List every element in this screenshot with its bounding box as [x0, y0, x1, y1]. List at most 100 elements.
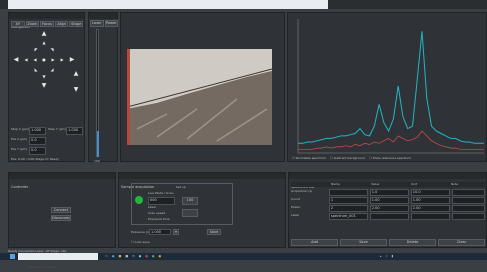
table-cell[interactable]: 1.00 — [410, 197, 450, 204]
spectrum-options: ☐ Normalize spectrum ☐ Subtract backgrou… — [292, 156, 411, 160]
center-icon[interactable]: ● — [41, 57, 47, 63]
connect-button[interactable]: Connect — [51, 207, 71, 213]
mail-icon[interactable]: ✉ — [132, 254, 135, 258]
clear-button[interactable]: Clear — [438, 239, 485, 246]
acq-option-button[interactable] — [182, 209, 198, 217]
arrow-right-icon[interactable]: ▶ — [69, 57, 75, 63]
exposure-stepper[interactable]: ▾ — [173, 229, 179, 235]
disconnect-button[interactable]: Disconnect — [51, 215, 71, 221]
arrow-right-down-icon[interactable]: ◢ — [49, 67, 55, 73]
pos-x-field[interactable]: 0.0 — [29, 137, 46, 145]
acquisition-box: Set up Live Mode / Scan 000 Laser Scan s… — [131, 183, 233, 225]
auto-save-checkbox[interactable]: ☐ Auto save — [131, 240, 150, 244]
table-row[interactable]: Acquisition (s) 1.0 10.0 — [291, 189, 485, 196]
tab-stage[interactable]: Stage — [69, 21, 83, 27]
arrow-left-up-icon[interactable]: ◤ — [33, 47, 39, 53]
table-row[interactable]: Label spectrum_001 — [291, 213, 485, 220]
edge-icon[interactable]: ● — [112, 254, 115, 258]
app-icon[interactable]: ● — [139, 254, 142, 258]
pos-y-label: Pos Y (µm) — [11, 147, 28, 151]
volume-icon[interactable]: ♪ — [386, 254, 388, 258]
table-cell[interactable]: 2.00 — [369, 205, 409, 212]
delete-button[interactable]: Delete — [389, 239, 436, 246]
reference-option[interactable]: ☐ Show reference spectrum — [369, 156, 411, 160]
arrow-down-icon[interactable]: ▼ — [41, 83, 47, 89]
table-row[interactable]: Count 1 1.00 1.00 — [291, 197, 485, 204]
table-cell: Count — [291, 197, 300, 201]
arrow-left-down-icon[interactable]: ◣ — [33, 67, 39, 73]
tab-focus[interactable]: Focus — [40, 21, 54, 27]
table-cell[interactable] — [451, 213, 485, 220]
step-x-field[interactable]: 1.000 — [29, 127, 46, 135]
camera-image[interactable] — [127, 49, 272, 145]
save-button[interactable]: Save — [207, 229, 221, 235]
network-icon[interactable]: ▴ — [380, 254, 382, 258]
taskbar-search[interactable]: ⚲ Type here to search — [18, 253, 98, 269]
column-header — [291, 182, 331, 187]
arrow-right-mid-icon[interactable]: ▶ — [50, 57, 56, 63]
store-icon[interactable]: ■ — [125, 254, 128, 258]
table-cell[interactable] — [451, 197, 485, 204]
acq-value-field[interactable]: 000 — [148, 197, 175, 205]
z-down-icon[interactable]: ▼ — [73, 87, 79, 93]
task-view-icon[interactable]: ▭ — [105, 254, 108, 258]
arrow-left-small-icon[interactable]: ◀ — [23, 57, 29, 63]
table-cell[interactable] — [369, 213, 409, 220]
arrow-left-icon[interactable]: ◀ — [13, 57, 19, 63]
app-icon[interactable]: ● — [159, 254, 162, 258]
table-cell[interactable]: 1.00 — [369, 197, 409, 204]
column-header: Value — [371, 182, 380, 186]
table-cell[interactable]: 10.0 — [410, 189, 450, 196]
table-cell[interactable] — [451, 205, 485, 212]
table-cell[interactable]: 1 — [328, 197, 368, 204]
folder-icon[interactable]: ■ — [118, 254, 121, 258]
column-header: Name — [331, 182, 340, 186]
tab-laser[interactable]: Laser — [90, 20, 104, 27]
table-buttons: Add Save Delete Clear — [291, 239, 485, 246]
setup-header: Set up — [176, 185, 186, 189]
z-up-icon[interactable]: ▲ — [73, 71, 79, 77]
tab-align[interactable]: Align — [54, 21, 69, 27]
spectrum-table: Name Value Unit Note Acquisition (s) 1.0… — [291, 182, 485, 220]
subtract-option[interactable]: ☐ Subtract background — [330, 156, 365, 160]
pos-y-field[interactable]: 0.0 — [29, 147, 46, 155]
arrow-up-icon[interactable]: ▲ — [41, 31, 47, 37]
step-y-field[interactable]: 1.000 — [66, 127, 83, 135]
app-icon[interactable]: ● — [145, 254, 148, 258]
navigation-header: Navigation — [9, 13, 84, 29]
normalize-option[interactable]: ☐ Normalize spectrum — [292, 156, 326, 160]
save-list-button[interactable]: Save — [340, 239, 387, 246]
acq-item-3: Exposure time — [148, 217, 170, 221]
arrow-up-small-icon[interactable]: ▲ — [41, 40, 47, 46]
live-indicator-icon — [135, 196, 143, 204]
table-cell[interactable] — [328, 189, 368, 196]
add-button[interactable]: Add — [291, 239, 338, 246]
nav-fields: Step X (µm) 1.000 Step Y (µm) 1.000 Pos … — [11, 127, 84, 161]
taskbar-apps: ▭ ● ■ ■ ✉ ● ● ● ● — [105, 254, 161, 258]
exposure-field[interactable]: 1.000 — [149, 229, 171, 235]
arrow-right-up-icon[interactable]: ◥ — [49, 47, 55, 53]
spectrum-chart[interactable] — [290, 15, 486, 155]
pos-x-label: Pos X (µm) — [11, 137, 28, 141]
arrow-left-mid-icon[interactable]: ◀ — [32, 57, 38, 63]
table-cell[interactable]: spectrum_001 — [328, 213, 368, 220]
table-cell[interactable] — [451, 189, 485, 196]
camera-scene-icon — [127, 49, 272, 145]
acquisition-panel: Sample acquisition Set up Live Mode / Sc… — [118, 172, 286, 248]
table-cell[interactable]: 2 — [328, 205, 368, 212]
tab-zoom[interactable]: Zoom — [25, 21, 40, 27]
table-cell[interactable]: 2.00 — [410, 205, 450, 212]
tab-power[interactable]: Power — [104, 20, 118, 27]
windows-start-icon[interactable] — [10, 254, 15, 259]
arrow-down-small-icon[interactable]: ▼ — [41, 74, 47, 80]
battery-icon[interactable]: ▮ — [391, 254, 393, 258]
tab-xy[interactable]: XY — [11, 21, 25, 27]
table-cell[interactable]: 1.0 — [369, 189, 409, 196]
controller-panel: Controller Connect Disconnect — [8, 172, 116, 248]
table-row[interactable]: Power 2 2.00 2.00 — [291, 205, 485, 212]
camera-view-panel — [120, 12, 285, 162]
acq-value-button[interactable]: 100 — [182, 197, 198, 205]
table-cell[interactable] — [410, 213, 450, 220]
arrow-right-small-icon[interactable]: ▶ — [59, 57, 65, 63]
app-icon[interactable]: ● — [152, 254, 155, 258]
